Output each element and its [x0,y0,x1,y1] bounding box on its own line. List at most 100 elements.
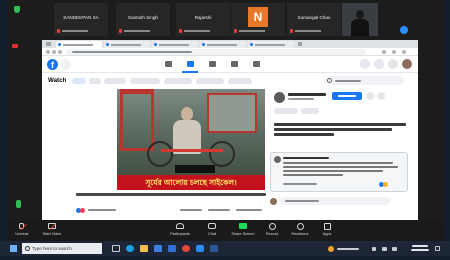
watch-filter-pill[interactable] [104,78,126,84]
comment-count-blur[interactable] [180,209,202,211]
new-tab-plus-icon[interactable] [298,42,302,46]
wifi-icon[interactable] [382,247,387,251]
tray-chevron-icon[interactable] [372,247,376,251]
search-icon [25,246,30,251]
browser-tab[interactable] [200,41,246,48]
share-count-blur[interactable] [208,209,230,211]
page-avatar[interactable] [274,92,285,103]
taskbar-search-box[interactable]: Type here to search [22,243,102,254]
zoom-app-icon[interactable] [196,245,204,252]
weather-icon[interactable] [328,246,334,252]
notifications-bell-icon[interactable] [388,59,398,69]
facebook-logo-icon[interactable]: f [47,59,58,70]
participant-label [239,30,265,32]
browser-tab[interactable] [152,41,198,48]
participant-name: Sumangal Chau [297,15,331,20]
video-scaffold-frame [120,89,154,151]
watch-filter-pill[interactable] [72,78,86,84]
clock-time-blur[interactable] [412,245,428,247]
forward-arrow-icon[interactable] [52,50,56,54]
participant-tile[interactable]: Sumangal Chau [287,3,341,36]
nav-watch-icon[interactable] [182,56,198,73]
extension-icon[interactable] [382,50,386,54]
browser-tab[interactable] [104,41,150,48]
start-video-button[interactable]: Start Video [39,220,65,241]
notification-center-icon[interactable] [435,246,440,251]
participant-label [124,30,150,32]
tab-favicon [106,43,109,46]
reload-icon[interactable] [58,50,62,54]
record-button[interactable]: Record [259,220,285,241]
chat-button[interactable]: Chat [199,220,225,241]
record-icon [269,223,276,230]
commenter-avatar[interactable] [274,156,281,163]
search-icon[interactable] [60,59,71,70]
browser-tab[interactable] [248,41,294,48]
nav-marketplace-icon[interactable] [204,56,220,73]
start-video-label: Start Video [42,232,62,236]
zoom-participant-strip: SANDEEPAN SA Santosh Singh Rajarshi N Su… [8,0,445,40]
comment-input[interactable] [280,197,390,205]
watch-filter-pill[interactable] [130,78,160,84]
participant-tile[interactable]: Santosh Singh [116,3,170,36]
view-icon[interactable] [400,26,408,34]
url-field[interactable] [66,49,366,55]
mail-icon[interactable] [168,245,176,252]
views-count-blur [236,209,262,211]
follow-button[interactable] [332,92,362,100]
more-options-icon[interactable] [366,92,374,100]
participant-video-tile[interactable] [342,3,378,36]
description-text-blur [274,128,392,131]
search-videos-input[interactable] [324,76,404,85]
participant-tile[interactable]: N [231,3,285,36]
avatar[interactable] [402,59,412,69]
mic-level-icon [16,200,21,208]
chrome-icon[interactable] [182,245,190,252]
volume-icon[interactable] [392,247,397,251]
browser-menu-icon[interactable] [46,42,51,46]
watch-filter-pill[interactable] [89,78,101,84]
participant-initial-avatar: N [248,7,268,27]
unmute-button[interactable]: Unmute [9,220,35,241]
browser-menu-dots-icon[interactable] [402,50,406,54]
participant-tile[interactable]: Rajarshi [176,3,230,36]
video-player[interactable]: সূর্যের আলোয় চলছে সাইকেল। [117,89,265,190]
encryption-shield-icon[interactable] [14,6,20,13]
nav-home-icon[interactable] [160,56,176,73]
file-explorer-icon[interactable] [140,245,148,252]
tag-pill[interactable] [274,108,298,114]
watch-filter-pill[interactable] [228,78,252,84]
love-reaction-icon[interactable] [80,208,85,213]
participant-name: SANDEEPAN SA [63,15,99,20]
windows-start-icon[interactable] [10,245,17,252]
watch-filter-pill[interactable] [164,78,192,84]
messenger-icon[interactable] [374,59,384,69]
browser-tab[interactable] [56,41,102,48]
back-arrow-icon[interactable] [46,50,50,54]
tag-pill[interactable] [301,108,319,114]
share-screen-icon [239,223,247,229]
word-icon[interactable] [210,245,218,252]
page-name-blur[interactable] [288,93,326,96]
nav-groups-icon[interactable] [226,56,242,73]
profile-icon[interactable] [392,50,396,54]
share-screen-button[interactable]: Share Screen [230,220,256,241]
participants-button[interactable]: Participants [167,220,193,241]
reactions-button[interactable]: Reactions [287,220,313,241]
tab-title-blur [111,44,141,46]
nav-gaming-icon[interactable] [248,56,264,73]
clock-date-blur[interactable] [411,249,429,251]
comment-actions-blur[interactable] [283,183,317,185]
task-view-icon[interactable] [112,245,120,252]
edge-icon[interactable] [126,245,134,252]
address-bar-row [42,48,418,56]
menu-grid-icon[interactable] [360,59,370,69]
apps-button[interactable]: Apps [314,220,340,241]
tab-favicon [202,43,205,46]
store-icon[interactable] [154,245,162,252]
apps-label: Apps [322,232,332,236]
participant-tile[interactable]: SANDEEPAN SA [54,3,108,36]
watch-filter-pill[interactable] [196,78,224,84]
close-icon[interactable] [377,92,385,100]
commenter-name-blur[interactable] [283,157,329,159]
